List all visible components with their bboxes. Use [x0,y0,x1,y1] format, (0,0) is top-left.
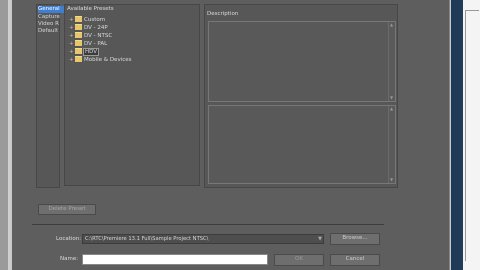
preset-folder-label: DV - 24P [84,25,108,31]
tab-default-timeline[interactable]: Default [38,28,64,35]
scroll-down-icon[interactable]: ▼ [390,96,393,100]
expand-icon[interactable]: + [69,25,74,32]
name-input[interactable] [82,254,268,265]
preset-folder-label: Mobile & Devices [84,57,132,63]
location-select[interactable]: C:\RTC\Premiere 13.1 Full\Sample Project… [82,234,324,244]
tab-capture[interactable]: Capture [38,14,64,21]
chevron-down-icon[interactable]: ▼ [318,235,322,243]
background-window-panel [463,0,480,270]
preset-folder-label: DV - NTSC [84,33,113,39]
tab-video-rendering[interactable]: Video R [38,21,64,28]
expand-icon[interactable]: + [69,41,74,48]
folder-icon [75,16,82,22]
tab-general[interactable]: General [38,6,64,13]
background-window-edge [0,0,8,270]
available-presets-title: Available Presets [67,6,114,12]
description-title: Description [207,11,239,17]
window-frame [8,0,10,270]
tab-list: General Capture Video R Default [36,4,64,188]
folder-icon [75,40,82,46]
preset-folder-hdv[interactable]: + HDV [69,48,100,56]
preset-folder-dv-ntsc[interactable]: + DV - NTSC [69,32,112,39]
cancel-button[interactable]: Cancel [330,254,380,266]
background-window-strip [451,0,463,270]
name-label: Name: [60,256,79,262]
available-presets-panel: Available Presets + Custom + DV - 24P + DV … [64,4,200,186]
expand-icon[interactable]: + [69,33,74,40]
browse-button[interactable]: Browse... [330,233,380,245]
folder-icon [75,56,82,62]
separator [32,224,384,225]
scroll-up-icon[interactable]: ▲ [390,107,393,111]
preset-folder-label: HDV [82,48,100,56]
folder-icon [75,32,82,38]
vertical-scrollbar[interactable]: ▲ ▼ [388,22,395,101]
expand-icon[interactable]: + [69,57,74,64]
preset-folder-label: Custom [84,17,106,23]
preset-folder-label: DV - PAL [84,41,108,47]
location-value: C:\RTC\Premiere 13.1 Full\Sample Project… [85,236,209,242]
folder-icon [75,48,82,54]
preset-folder-mobile-devices[interactable]: + Mobile & Devices [69,56,132,63]
preset-folder-dv-pal[interactable]: + DV - PAL [69,40,107,47]
expand-icon[interactable]: + [69,49,74,56]
description-text-area: ▲ ▼ [208,21,396,102]
vertical-scrollbar[interactable]: ▲ ▼ [388,106,395,183]
preset-folder-custom[interactable]: + Custom [69,16,105,23]
folder-icon [75,24,82,30]
preset-details-area: ▲ ▼ [208,105,396,184]
expand-icon[interactable]: + [69,17,74,24]
scroll-down-icon[interactable]: ▼ [390,178,393,182]
delete-preset-button[interactable]: Delete Preset [38,204,96,215]
location-label: Location: [56,236,82,242]
description-panel: Description ▲ ▼ ▲ ▼ [204,4,398,188]
scroll-up-icon[interactable]: ▲ [390,23,393,27]
preset-folder-dv-24p[interactable]: + DV - 24P [69,24,108,31]
ok-button[interactable]: OK [274,254,324,266]
